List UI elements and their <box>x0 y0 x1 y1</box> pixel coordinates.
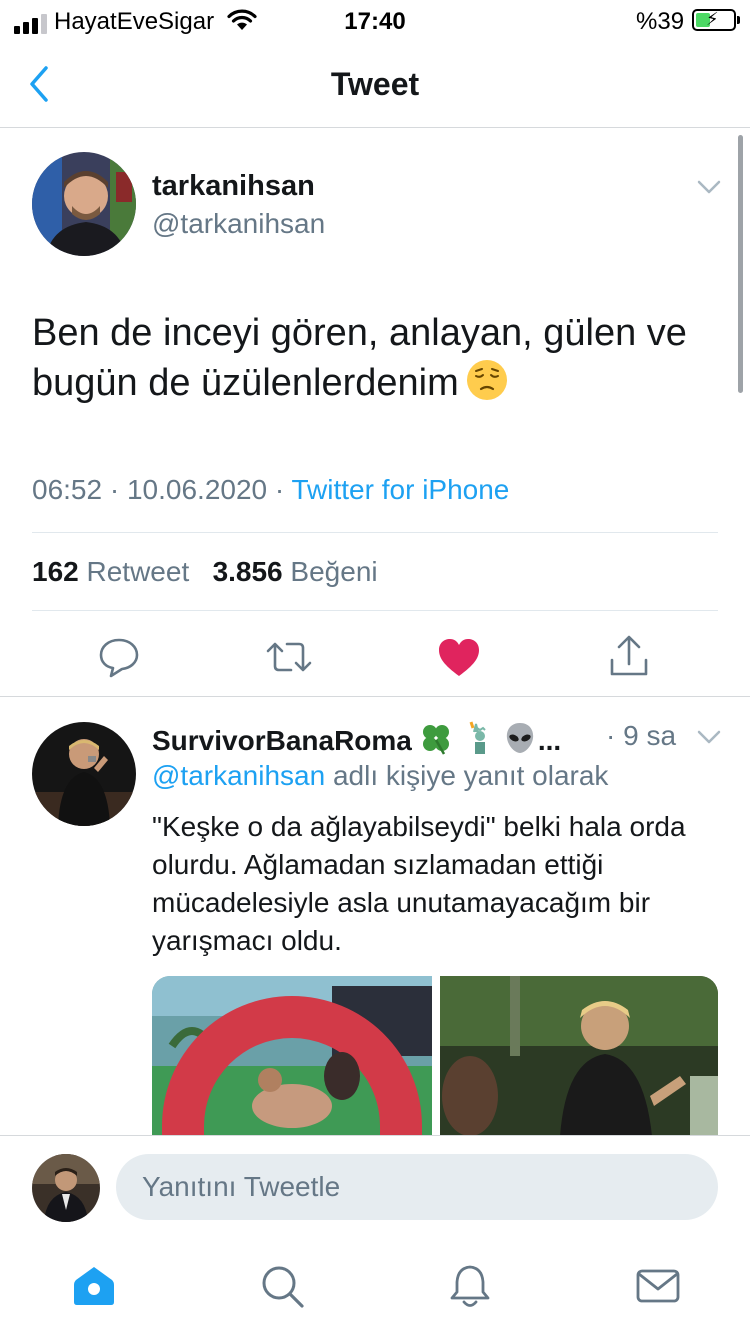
tab-notifications[interactable] <box>446 1262 494 1310</box>
tweet-source-link[interactable]: Twitter for iPhone <box>292 474 510 505</box>
tab-bar <box>0 1240 750 1334</box>
author-name[interactable]: tarkanihsan <box>152 170 315 203</box>
reply-button[interactable] <box>94 632 144 682</box>
tweet-date: 10.06.2020 <box>126 474 268 505</box>
divider <box>32 610 718 611</box>
retweet-button[interactable] <box>264 632 314 682</box>
retweet-stat[interactable]: 162 Retweet <box>32 556 189 587</box>
page-title: Tweet <box>330 66 420 102</box>
four-leaf-clover-icon <box>422 725 449 755</box>
reply-text: "Keşke o da ağlayabilseydi" belki hala o… <box>152 811 686 956</box>
reply-input[interactable]: Yanıtını Tweetle <box>116 1154 718 1220</box>
reply-author-name-text: SurvivorBanaRoma <box>152 725 412 756</box>
tweet-stats: 162 Retweet 3.856 Beğeni <box>32 556 378 588</box>
reply-context-text: adlı kişiye yanıt olarak <box>332 760 609 791</box>
status-bar: HayatEveSigar 17:40 %39 ⚡ <box>0 0 750 40</box>
reply-context: @tarkanihsan adlı kişiye yanıt olarak <box>152 760 608 792</box>
reply-time: · 9 sa <box>606 720 677 751</box>
reply-time-text: 9 sa <box>623 720 677 751</box>
tab-search[interactable] <box>258 1262 306 1310</box>
messages-icon <box>636 1269 680 1303</box>
tweet-menu-button[interactable] <box>694 172 724 202</box>
tweet-time: 06:52 <box>32 474 103 505</box>
battery-icon: ⚡ <box>692 9 740 31</box>
pensive-face-icon <box>466 360 507 400</box>
reply-media <box>152 976 718 1136</box>
retweet-count: 162 <box>32 556 79 587</box>
tweet-text: Ben de inceyi gören, anlayan, gülen ve b… <box>32 308 722 408</box>
alien-icon <box>506 723 534 753</box>
name-ellipsis: ... <box>537 725 562 756</box>
scroll-indicator[interactable] <box>738 135 743 393</box>
user-avatar[interactable] <box>32 1154 100 1222</box>
like-stat[interactable]: 3.856 Beğeni <box>213 556 378 587</box>
reply-media-image[interactable] <box>152 976 432 1136</box>
reply-composer: Yanıtını Tweetle <box>0 1135 750 1239</box>
share-button[interactable] <box>604 632 654 682</box>
tweet-metadata: 06:52 · 10.06.2020 · Twitter for iPhone <box>32 474 510 505</box>
chevron-down-icon <box>697 730 721 744</box>
navigation-bar: Tweet <box>0 40 750 128</box>
reply-icon <box>99 638 139 678</box>
tab-home[interactable] <box>70 1262 118 1310</box>
home-icon <box>74 1267 114 1305</box>
tweet-actions <box>0 632 750 682</box>
like-button[interactable] <box>434 632 484 682</box>
like-icon <box>439 639 479 676</box>
retweet-icon <box>266 642 312 672</box>
notifications-icon <box>450 1265 490 1307</box>
reply-media-image[interactable] <box>440 976 718 1136</box>
author-avatar[interactable] <box>32 152 136 256</box>
reply-menu-button[interactable] <box>694 722 724 752</box>
reply-author-name[interactable]: SurvivorBanaRoma ... <box>152 720 561 757</box>
tab-messages[interactable] <box>634 1262 682 1310</box>
statue-of-liberty-icon <box>469 721 486 754</box>
battery-percentage: %39 <box>636 8 685 35</box>
like-count: 3.856 <box>212 556 283 587</box>
retweet-label: Retweet <box>86 556 190 587</box>
reply-author-avatar[interactable] <box>32 722 136 826</box>
chevron-down-icon <box>697 180 721 194</box>
like-label: Beğeni <box>290 556 378 587</box>
author-handle[interactable]: @tarkanihsan <box>152 208 325 240</box>
share-icon <box>610 635 648 676</box>
tweet-text-content: Ben de inceyi gören, anlayan, gülen ve b… <box>32 312 687 404</box>
reply-context-mention[interactable]: @tarkanihsan <box>152 760 325 791</box>
divider <box>32 532 718 533</box>
search-icon <box>262 1266 304 1308</box>
section-divider <box>0 696 750 697</box>
